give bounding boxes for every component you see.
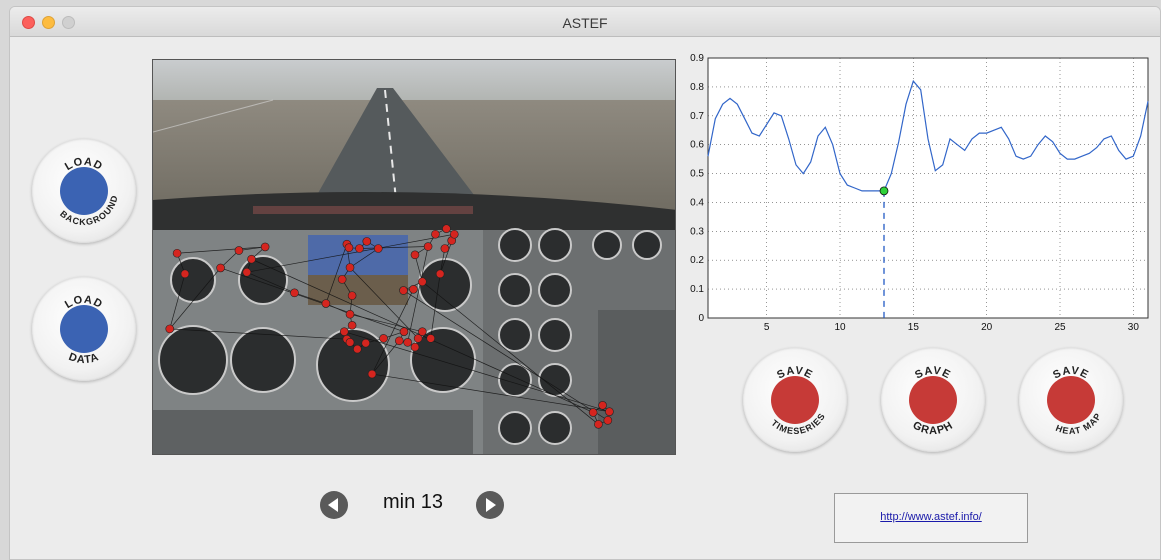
x-tick-label: 10 xyxy=(834,322,846,330)
website-link-box: http://www.astef.info/ xyxy=(834,493,1028,543)
current-minute-marker[interactable] xyxy=(879,186,889,196)
gaze-point xyxy=(588,408,598,417)
y-tick-label: 0.9 xyxy=(690,53,704,64)
previous-minute-button[interactable] xyxy=(320,491,348,519)
gaze-point xyxy=(379,334,388,343)
gaze-point xyxy=(345,263,355,272)
gaze-point xyxy=(435,269,445,279)
y-tick-label: 0.1 xyxy=(690,284,704,295)
gaze-point xyxy=(353,344,362,354)
svg-text:DATA: DATA xyxy=(67,351,101,366)
gaze-point xyxy=(165,324,175,334)
load-background-indicator xyxy=(60,167,108,215)
gaze-point xyxy=(442,224,451,233)
gaze-point xyxy=(426,334,436,343)
next-minute-button[interactable] xyxy=(476,491,504,519)
x-tick-label: 5 xyxy=(764,322,770,330)
gaze-point xyxy=(367,369,377,379)
y-tick-label: 0 xyxy=(698,313,704,324)
gaze-point xyxy=(242,267,252,277)
gaze-point xyxy=(337,275,347,284)
gaze-point xyxy=(418,277,427,287)
gaze-point xyxy=(449,229,459,239)
gaze-point xyxy=(399,286,408,295)
y-tick-label: 0.7 xyxy=(690,111,704,122)
cockpit-background-image xyxy=(152,59,676,455)
gaze-point xyxy=(216,263,225,273)
gaze-point xyxy=(260,242,270,252)
window-title: ASTEF xyxy=(562,15,608,31)
gaze-point xyxy=(362,237,372,246)
gaze-point xyxy=(247,254,256,264)
x-tick-label: 30 xyxy=(1128,322,1140,330)
x-tick-label: 25 xyxy=(1054,322,1066,330)
gaze-point xyxy=(410,250,420,260)
cockpit-scene xyxy=(153,60,675,454)
gaze-point xyxy=(418,327,427,336)
load-background-button[interactable]: LOAD BACKGROUND xyxy=(32,139,136,243)
save-heatmap-indicator xyxy=(1047,376,1095,424)
gaze-point xyxy=(603,416,613,425)
gaze-point xyxy=(290,288,299,298)
gaze-point xyxy=(440,244,450,253)
load-data-bottom-label: DATA xyxy=(67,351,100,366)
gaze-point xyxy=(598,401,607,410)
save-graph-indicator xyxy=(909,376,957,424)
x-tick-label: 15 xyxy=(908,322,920,330)
left-arrow-icon xyxy=(328,498,338,512)
gaze-point xyxy=(345,338,355,347)
y-tick-label: 0.5 xyxy=(690,169,704,180)
gaze-point xyxy=(344,243,354,253)
y-tick-label: 0.4 xyxy=(690,197,704,208)
chart-plot-area xyxy=(707,57,1149,319)
gaze-point xyxy=(423,242,433,251)
timeseries-chart: 5 10 15 20 25 30 0 0.1 0.2 0.3 0.4 0.5 0.6 0.7 0.8 0.9 xyxy=(690,53,1149,330)
gaze-point xyxy=(399,327,409,336)
gaze-point xyxy=(321,299,331,308)
y-tick-label: 0.2 xyxy=(690,255,704,266)
x-tick-label: 20 xyxy=(981,322,993,330)
save-timeseries-button[interactable]: SAVE TIMESERIES xyxy=(743,348,847,452)
y-tick-label: 0.6 xyxy=(690,140,704,151)
gaze-point xyxy=(347,291,357,300)
gaze-point xyxy=(410,342,420,352)
gaze-point xyxy=(234,246,244,255)
gaze-point xyxy=(355,244,364,253)
gaze-point xyxy=(394,336,404,346)
gaze-point xyxy=(361,338,371,348)
gaze-point xyxy=(403,338,412,347)
gaze-point xyxy=(374,244,383,253)
load-data-indicator xyxy=(60,305,108,353)
gaze-point xyxy=(605,407,614,416)
gaze-point xyxy=(409,284,418,294)
gaze-point xyxy=(431,229,440,239)
y-tick-label: 0.3 xyxy=(690,226,704,237)
gaze-point xyxy=(172,248,182,258)
load-data-button[interactable]: LOAD DATA xyxy=(32,277,136,381)
current-minute-label: min 13 xyxy=(383,491,444,513)
gaze-point xyxy=(594,420,603,429)
save-heatmap-button[interactable]: SAVE HEAT MAP xyxy=(1019,348,1123,452)
right-arrow-icon xyxy=(486,498,496,512)
gaze-point xyxy=(345,309,355,319)
gaze-point xyxy=(180,269,190,279)
save-graph-button[interactable]: SAVE GRAPH xyxy=(881,348,985,452)
gaze-point xyxy=(339,327,349,336)
website-link[interactable]: http://www.astef.info/ xyxy=(835,511,1027,523)
titlebar: ASTEF xyxy=(10,7,1160,37)
save-timeseries-indicator xyxy=(771,376,819,424)
app-window: ASTEF LOAD BACKGROUND LOAD DATA 5 10 15 … xyxy=(9,6,1161,560)
gaze-point xyxy=(347,321,357,330)
y-tick-label: 0.8 xyxy=(690,82,704,93)
